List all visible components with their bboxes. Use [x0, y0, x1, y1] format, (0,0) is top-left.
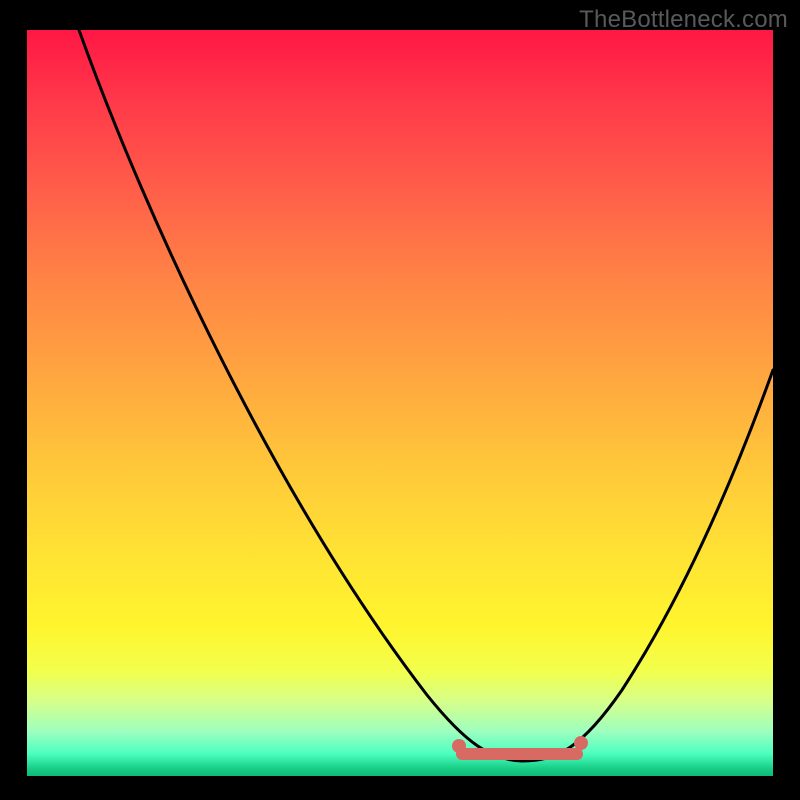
chart-frame: TheBottleneck.com [0, 0, 800, 800]
curve-line [79, 30, 773, 761]
plot-area [27, 30, 773, 776]
optimal-zone-end-dot [574, 736, 588, 750]
optimal-zone-start-dot [452, 739, 466, 753]
bottleneck-curve [27, 30, 773, 776]
